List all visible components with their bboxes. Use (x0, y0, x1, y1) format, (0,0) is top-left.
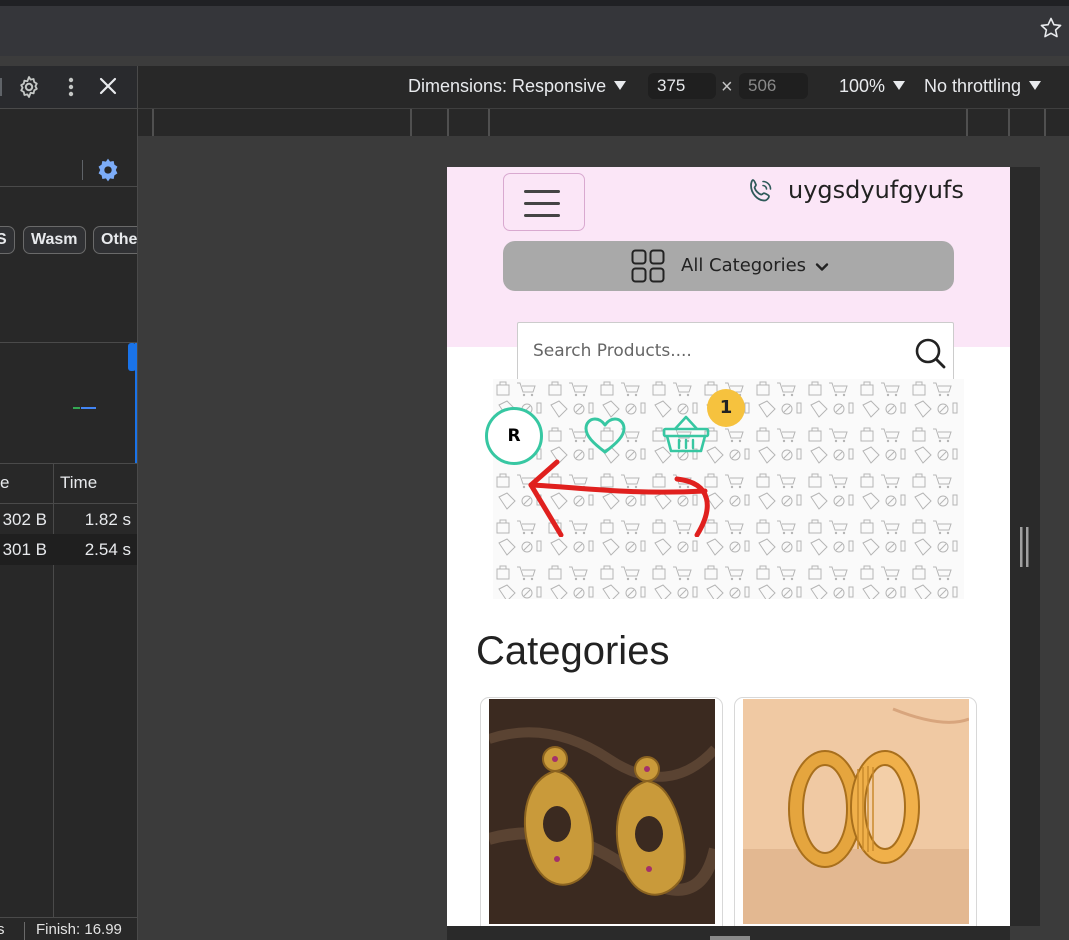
toolbar-separator (0, 78, 2, 96)
category-card[interactable] (734, 697, 977, 926)
filter-chip-other[interactable]: Othe (93, 226, 137, 254)
devtools-network-panel: S Wasm Othe e Time 302 B 1.82 s 301 B 2.… (0, 66, 138, 940)
avatar-initial: R (507, 426, 521, 446)
wishlist-heart-icon[interactable] (583, 416, 627, 456)
close-icon[interactable] (97, 75, 119, 97)
media-query-marker[interactable] (152, 109, 154, 137)
all-categories-label: All Categories (681, 255, 807, 276)
column-header-size[interactable]: e (0, 463, 9, 503)
phone-number[interactable]: uygsdyufgyufs (788, 176, 964, 204)
zoom-dropdown[interactable]: 100% (839, 76, 906, 97)
media-query-bar[interactable] (138, 108, 1069, 137)
media-query-marker[interactable] (488, 109, 490, 137)
all-categories-button[interactable]: All Categories (503, 241, 954, 291)
column-header-time[interactable]: Time (60, 463, 97, 503)
category-card[interactable] (480, 697, 723, 926)
status-text: s (0, 918, 5, 940)
table-row[interactable]: 302 B 1.82 s (0, 503, 137, 535)
media-query-marker[interactable] (966, 109, 968, 137)
time-cell: 1.82 s (84, 510, 131, 529)
time-cell: 2.54 s (84, 540, 131, 559)
device-toolbar: Dimensions: Responsive 375 × 506 100% No… (138, 66, 1069, 108)
dimensions-dropdown[interactable]: Dimensions: Responsive (408, 76, 627, 97)
size-cell: 302 B (2, 510, 47, 529)
grid-icon (631, 249, 665, 283)
width-input[interactable]: 375 (648, 73, 716, 99)
dropdown-caret-icon (614, 81, 627, 90)
status-separator (24, 922, 25, 940)
more-options-icon[interactable] (61, 75, 81, 99)
media-query-marker[interactable] (447, 109, 449, 137)
media-query-marker[interactable] (410, 109, 412, 137)
media-query-marker[interactable] (1044, 109, 1046, 137)
rings-product-image (743, 699, 969, 924)
emulated-page: uygsdyufgyufs All Categories Search Prod… (447, 167, 1010, 926)
cart-count-badge: 1 (707, 389, 745, 427)
throttling-dropdown[interactable]: No throttling (924, 76, 1042, 97)
request-type-filters: S Wasm Othe (0, 226, 137, 256)
menu-icon-bar (524, 214, 560, 217)
size-cell: 301 B (2, 540, 47, 559)
media-query-marker[interactable] (1008, 109, 1010, 137)
throttling-label: No throttling (924, 76, 1022, 96)
filter-chip-wasm[interactable]: Wasm (23, 226, 86, 254)
categories-heading: Categories (476, 629, 670, 673)
dimensions-label: Dimensions: Responsive (408, 76, 607, 96)
overview-range-handle[interactable] (128, 343, 136, 371)
menu-icon-bar (524, 190, 560, 193)
chevron-down-icon (815, 263, 829, 271)
annotation-arrow (528, 459, 710, 537)
requests-table: e Time 302 B 1.82 s 301 B 2.54 s s Finis… (0, 463, 137, 940)
cart-basket-icon[interactable] (661, 414, 711, 454)
search-icon[interactable] (914, 337, 946, 369)
network-filter-bar (0, 108, 137, 187)
dropdown-caret-icon (893, 81, 906, 90)
network-settings-gear-icon[interactable] (95, 157, 121, 183)
menu-button[interactable] (503, 173, 585, 231)
phone-icon (750, 179, 772, 202)
toolbar-separator (82, 160, 83, 180)
earrings-product-image (489, 699, 715, 924)
zoom-label: 100% (839, 76, 886, 96)
dropdown-caret-icon (1029, 81, 1042, 90)
search-input[interactable] (533, 341, 893, 361)
settings-gear-icon[interactable] (17, 75, 41, 99)
filter-chip-js[interactable]: S (0, 226, 15, 254)
bottom-resize-handle[interactable] (710, 936, 750, 940)
browser-toolbar (0, 6, 1069, 56)
search-box (517, 322, 954, 382)
menu-icon-bar (524, 202, 560, 205)
devtools-topbar (0, 66, 137, 109)
overview-request-bar (81, 407, 96, 409)
height-input[interactable]: 506 (739, 73, 808, 99)
network-status-bar: s Finish: 16.99 (0, 917, 137, 940)
table-row[interactable]: 301 B 2.54 s (0, 534, 137, 565)
overview-request-bar (73, 407, 80, 409)
network-overview-timeline[interactable] (0, 342, 137, 464)
resize-handle-icon[interactable] (1020, 527, 1029, 567)
bookmark-star-icon[interactable] (1039, 16, 1063, 40)
dimension-times-sign: × (721, 76, 733, 98)
finish-time: Finish: 16.99 (36, 921, 122, 938)
